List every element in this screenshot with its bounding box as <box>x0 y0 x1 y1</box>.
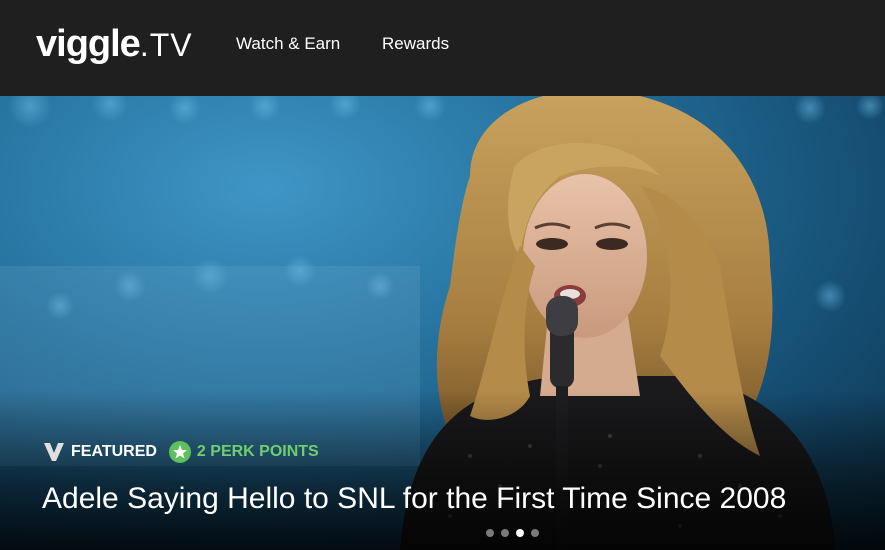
star-badge-icon <box>168 441 191 463</box>
perk-points-label: 2 PERK POINTS <box>196 443 319 460</box>
logo-brand-text: viggle <box>36 23 141 65</box>
hero-bottom-gradient <box>0 390 885 550</box>
nav-watch-and-earn[interactable]: Watch & Earn <box>236 34 340 54</box>
carousel-dot-1[interactable] <box>486 529 494 537</box>
carousel-dot-2[interactable] <box>501 529 509 537</box>
logo-suffix-text: .TV <box>139 27 193 63</box>
viggle-v-icon <box>43 442 65 462</box>
top-navigation-bar: viggle.TV Watch & Earn Rewards <box>0 0 885 96</box>
viggle-tv-logo[interactable]: viggle.TV <box>36 22 193 67</box>
featured-label: FEATURED <box>71 443 157 460</box>
featured-meta-row: FEATURED 2 PERK POINTS <box>43 441 319 463</box>
carousel-dot-4[interactable] <box>531 529 539 537</box>
carousel-pagination <box>486 529 546 537</box>
featured-headline[interactable]: Adele Saying Hello to SNL for the First … <box>42 480 786 518</box>
nav-rewards[interactable]: Rewards <box>382 34 449 54</box>
carousel-dot-3-active[interactable] <box>516 529 524 537</box>
